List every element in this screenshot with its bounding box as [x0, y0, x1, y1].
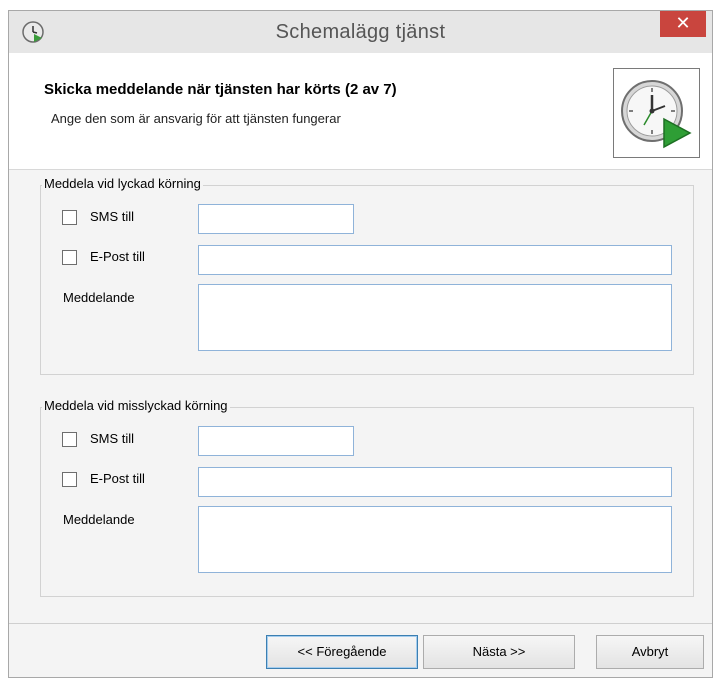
success-sms-input[interactable] — [198, 204, 354, 234]
failure-sms-input[interactable] — [198, 426, 354, 456]
clock-icon — [621, 80, 692, 149]
previous-button[interactable]: << Föregående — [266, 635, 418, 669]
clock-play-icon — [613, 68, 700, 158]
success-notification-group: Meddela vid lyckad körning SMS till E-Po… — [40, 176, 694, 375]
next-button[interactable]: Nästa >> — [423, 635, 575, 669]
failure-email-input[interactable] — [198, 467, 672, 497]
failure-email-checkbox[interactable] — [62, 472, 77, 487]
failure-sms-checkbox[interactable] — [62, 432, 77, 447]
success-email-label[interactable]: E-Post till — [90, 249, 145, 264]
success-message-label: Meddelande — [63, 290, 135, 305]
failure-sms-label[interactable]: SMS till — [90, 431, 134, 446]
failure-message-input[interactable] — [198, 506, 672, 573]
wizard-header: Skicka meddelande när tjänsten har körts… — [9, 53, 712, 170]
failure-message-label: Meddelande — [63, 512, 135, 527]
step-title: Skicka meddelande när tjänsten har körts… — [44, 81, 397, 98]
footer-divider — [9, 623, 712, 624]
success-message-input[interactable] — [198, 284, 672, 351]
failure-notification-group: Meddela vid misslyckad körning SMS till … — [40, 398, 694, 597]
failure-email-label[interactable]: E-Post till — [90, 471, 145, 486]
success-sms-label[interactable]: SMS till — [90, 209, 134, 224]
group-legend: Meddela vid misslyckad körning — [42, 398, 230, 413]
success-sms-checkbox[interactable] — [62, 210, 77, 225]
close-button[interactable]: ✕ — [660, 11, 706, 37]
group-legend: Meddela vid lyckad körning — [42, 176, 203, 191]
title-bar[interactable]: Schemalägg tjänst ✕ — [9, 11, 712, 53]
window-title: Schemalägg tjänst — [275, 21, 446, 43]
success-email-input[interactable] — [198, 245, 672, 275]
step-subtitle: Ange den som är ansvarig för att tjänste… — [51, 111, 341, 126]
close-icon: ✕ — [675, 13, 691, 33]
success-email-checkbox[interactable] — [62, 250, 77, 265]
schedule-service-dialog: Schemalägg tjänst ✕ Skicka meddelande nä… — [8, 10, 713, 678]
cancel-button[interactable]: Avbryt — [596, 635, 704, 669]
